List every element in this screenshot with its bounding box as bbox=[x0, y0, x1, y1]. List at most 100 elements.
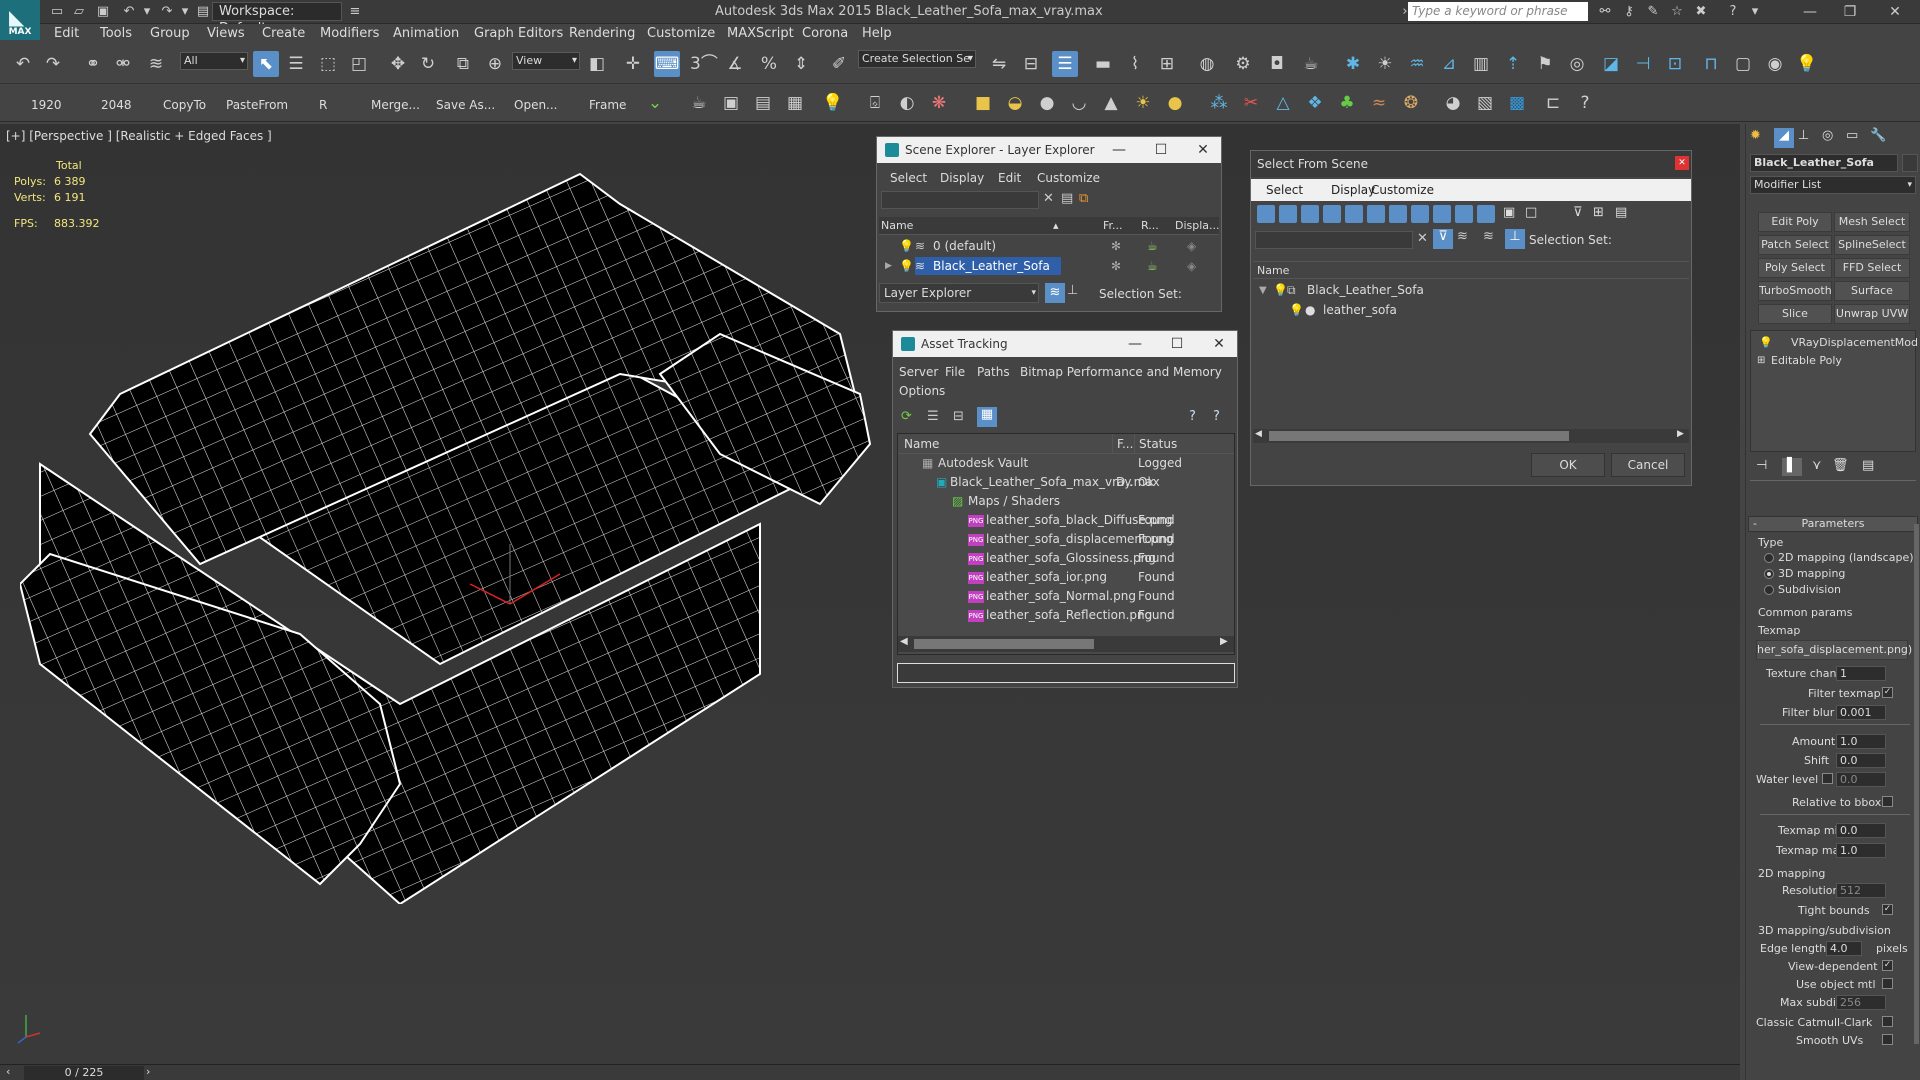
menu-help[interactable]: Help bbox=[862, 26, 892, 41]
help-dropdown-icon[interactable]: ▾ bbox=[1746, 3, 1764, 21]
named-selection-dropdown[interactable]: Create Selection Se bbox=[858, 50, 976, 68]
menu-animation[interactable]: Animation bbox=[393, 26, 459, 41]
vray-toggle-icon[interactable]: ⊓ bbox=[1698, 51, 1724, 77]
vray-sphere-icon[interactable]: ⇡ bbox=[1500, 51, 1526, 77]
asset-row[interactable]: PNG leather_sofa_Normal.png Found bbox=[898, 587, 1234, 606]
menu-tools[interactable]: Tools bbox=[100, 26, 132, 41]
clear-filter-icon[interactable]: ✕ bbox=[1043, 191, 1054, 206]
menu-create[interactable]: Create bbox=[262, 26, 305, 41]
vray-dome-icon[interactable]: ⊡ bbox=[1662, 51, 1688, 77]
pastefrom-button[interactable]: PasteFrom bbox=[226, 98, 288, 112]
surface-select-button[interactable]: Surface Select bbox=[1834, 281, 1910, 315]
scene-converter-icon[interactable]: ⊏ bbox=[1540, 90, 1566, 116]
workspace-menu-icon[interactable]: ≡ bbox=[346, 3, 364, 21]
redo-icon[interactable]: ↷ bbox=[40, 51, 66, 77]
display-none-icon[interactable]: □ bbox=[1525, 205, 1537, 220]
view-dependent-checkbox[interactable]: ✓ bbox=[1882, 960, 1893, 971]
at-menu-server[interactable]: Server bbox=[899, 365, 938, 379]
merge-button[interactable]: Merge... bbox=[371, 98, 420, 112]
at-menu-bitmap-performance[interactable]: Bitmap Performance and Memory bbox=[1020, 365, 1222, 379]
se-search-input[interactable] bbox=[881, 191, 1039, 209]
sfs-horizontal-scrollbar[interactable]: ◀ ▶ bbox=[1253, 429, 1689, 443]
redo-icon[interactable]: ↷ bbox=[158, 3, 176, 21]
radio-subdivision[interactable] bbox=[1764, 585, 1774, 595]
tools-icon[interactable]: ✂ bbox=[1238, 90, 1264, 116]
layer-view-icon[interactable]: ≋ bbox=[1045, 283, 1065, 303]
modifier-list-dropdown[interactable]: Modifier List ▾ bbox=[1750, 176, 1916, 194]
display-all-icon[interactable]: ▣ bbox=[1503, 205, 1515, 220]
menu-corona[interactable]: Corona bbox=[802, 26, 848, 41]
tube-icon[interactable]: ◡ bbox=[1066, 90, 1092, 116]
app-logo[interactable]: ◣ MAX bbox=[0, 0, 40, 40]
box-primitive-icon[interactable]: ■ bbox=[970, 90, 996, 116]
at-col-f[interactable]: F... bbox=[1112, 434, 1133, 454]
menu-maxscript[interactable]: MAXScript bbox=[727, 26, 794, 41]
help-icon[interactable]: ? bbox=[1213, 409, 1220, 424]
select-object-icon[interactable]: ⬉ bbox=[253, 51, 279, 77]
workspace-dropdown[interactable]: Workspace: Default bbox=[212, 2, 342, 36]
sfs-hierarchy-icon[interactable]: ⊥ bbox=[1505, 229, 1525, 249]
unlink-icon[interactable]: ⚮ bbox=[110, 51, 136, 77]
menu-modifiers[interactable]: Modifiers bbox=[320, 26, 379, 41]
spline-select-button[interactable]: SplineSelect bbox=[1834, 235, 1910, 255]
key-icon[interactable]: ⚷ bbox=[1620, 3, 1638, 21]
vault-help-icon[interactable]: ? bbox=[1189, 409, 1196, 424]
cancel-button[interactable]: Cancel bbox=[1611, 453, 1685, 477]
sfs-col-name[interactable]: Name bbox=[1257, 262, 1289, 280]
r-button[interactable]: R bbox=[319, 98, 327, 112]
viewport-label[interactable]: [+] [Perspective ] [Realistic + Edged Fa… bbox=[6, 129, 272, 143]
asset-row[interactable]: PNG leather_sofa_black_Diffuse.png Found bbox=[898, 511, 1234, 530]
turbosmooth-button[interactable]: TurboSmooth bbox=[1758, 281, 1832, 301]
water-level-spinner[interactable]: 0.0 bbox=[1836, 772, 1886, 787]
tight-bounds-checkbox[interactable]: ✓ bbox=[1882, 904, 1893, 915]
teapot-icon[interactable]: ☕ bbox=[686, 90, 712, 116]
scene-explorer-titlebar[interactable]: Scene Explorer - Layer Explorer — ☐ ✕ bbox=[877, 137, 1221, 163]
help-icon[interactable]: ? bbox=[1724, 3, 1742, 21]
clear-filter-icon[interactable]: ✕ bbox=[1417, 231, 1428, 246]
asset-row[interactable]: ▦ Autodesk Vault Logged bbox=[898, 454, 1234, 473]
layer-manager-icon[interactable]: ☰ bbox=[1052, 51, 1078, 77]
close-icon[interactable]: ✕ bbox=[1187, 137, 1219, 163]
sfs-layer-stack-icon[interactable]: ≋ bbox=[1483, 229, 1494, 244]
command-panel-scrollbar[interactable] bbox=[1914, 524, 1919, 1044]
menu-graph-editors[interactable]: Graph Editors bbox=[474, 26, 563, 41]
texture-chan-spinner[interactable]: 1 bbox=[1836, 666, 1886, 681]
minimize-icon[interactable]: — bbox=[1795, 2, 1825, 22]
new-file-icon[interactable]: ▭ bbox=[48, 3, 66, 21]
communication-icon[interactable]: ✎ bbox=[1644, 3, 1662, 21]
camera-icon[interactable]: ⌺ bbox=[862, 90, 888, 116]
expand-plus-icon[interactable]: ⊞ bbox=[1757, 351, 1765, 370]
minimize-icon[interactable]: — bbox=[1103, 137, 1135, 163]
se-col-render[interactable]: R... bbox=[1141, 217, 1159, 235]
menu-views[interactable]: Views bbox=[207, 26, 245, 41]
batch-render-icon[interactable]: ▧ bbox=[1472, 90, 1498, 116]
move-icon[interactable]: ✥ bbox=[385, 51, 411, 77]
undo-dropdown-icon[interactable]: ▾ bbox=[138, 3, 156, 21]
open-file-icon[interactable]: ▱ bbox=[70, 3, 88, 21]
render-frame-icon[interactable]: ▣ bbox=[718, 90, 744, 116]
radio-3d-mapping[interactable] bbox=[1764, 569, 1774, 579]
selection-filter-dropdown[interactable]: All bbox=[180, 52, 248, 70]
light-bulb-icon[interactable]: 💡 bbox=[899, 257, 914, 276]
sfs-titlebar[interactable]: Select From Scene ✕ bbox=[1251, 151, 1691, 177]
unwrap-uvw-button[interactable]: Unwrap UVW bbox=[1834, 304, 1910, 324]
render-production-icon[interactable]: ☕ bbox=[1298, 51, 1324, 77]
create-tab-icon[interactable]: ✹ bbox=[1750, 128, 1761, 143]
se-col-freeze[interactable]: Fr... bbox=[1103, 217, 1123, 235]
se-menu-edit[interactable]: Edit bbox=[998, 171, 1021, 185]
resolution-spinner[interactable]: 512 bbox=[1836, 883, 1886, 898]
hemisphere-icon[interactable]: ◒ bbox=[1002, 90, 1028, 116]
next-frame-icon[interactable]: › bbox=[146, 1065, 150, 1078]
place-icon[interactable]: ⊕ bbox=[482, 51, 508, 77]
vray-plane-icon[interactable]: ⊿ bbox=[1436, 51, 1462, 77]
se-menu-select[interactable]: Select bbox=[890, 171, 927, 185]
poly-select-button[interactable]: Poly Select bbox=[1758, 258, 1832, 278]
show-end-result-icon[interactable]: ▌ bbox=[1782, 458, 1802, 476]
asset-row[interactable]: PNG leather_sofa_ior.png Found bbox=[898, 568, 1234, 587]
material-editor-icon[interactable]: ◍ bbox=[1194, 51, 1220, 77]
max-subdivs-spinner[interactable]: 256 bbox=[1836, 995, 1886, 1010]
window-crossing-icon[interactable]: ◰ bbox=[346, 51, 372, 77]
copyto-button[interactable]: CopyTo bbox=[163, 98, 206, 112]
hair-fur-icon[interactable]: ≈ bbox=[1366, 90, 1392, 116]
helper-icon[interactable]: ◐ bbox=[894, 90, 920, 116]
